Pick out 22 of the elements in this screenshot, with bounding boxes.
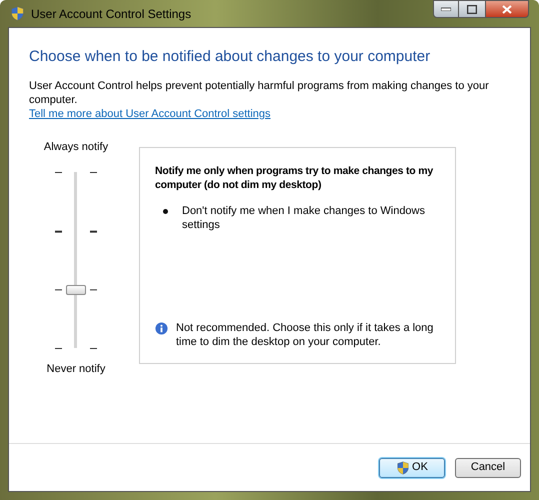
slider-top-label: Always notify [44, 140, 108, 154]
close-button[interactable] [485, 0, 529, 18]
info-note: Not recommended. Choose this only if it takes a long time to dim the desktop on your computer. [176, 320, 434, 348]
panel-title: Notify me only when programs try to make changes to my computer (do not dim my desktop) [155, 164, 434, 192]
slider-bottom-label: Never notify [46, 362, 106, 377]
shield-icon [396, 460, 410, 474]
maximize-icon [467, 4, 477, 14]
close-icon [502, 4, 512, 14]
cancel-button[interactable]: Cancel [455, 458, 521, 478]
page-heading: Choose when to be notified about changes to your computer [29, 47, 432, 67]
bullet-text: Don't notify me when I make changes to Windows settings [182, 204, 426, 232]
help-link[interactable]: Tell me more about User Account Control settings [29, 106, 510, 120]
minimize-icon [441, 7, 451, 11]
maximize-button[interactable] [459, 0, 485, 18]
info-icon [155, 322, 168, 334]
bullet-icon [163, 208, 168, 214]
description-text: User Account Control helps prevent potentially harmful programs from making changes to your computer. [29, 78, 490, 106]
minimize-button[interactable] [433, 0, 459, 18]
window-title: User Account Control Settings [31, 6, 192, 22]
shield-icon [10, 6, 25, 21]
slider-thumb[interactable] [66, 285, 86, 296]
ok-button[interactable]: OK [379, 458, 445, 478]
